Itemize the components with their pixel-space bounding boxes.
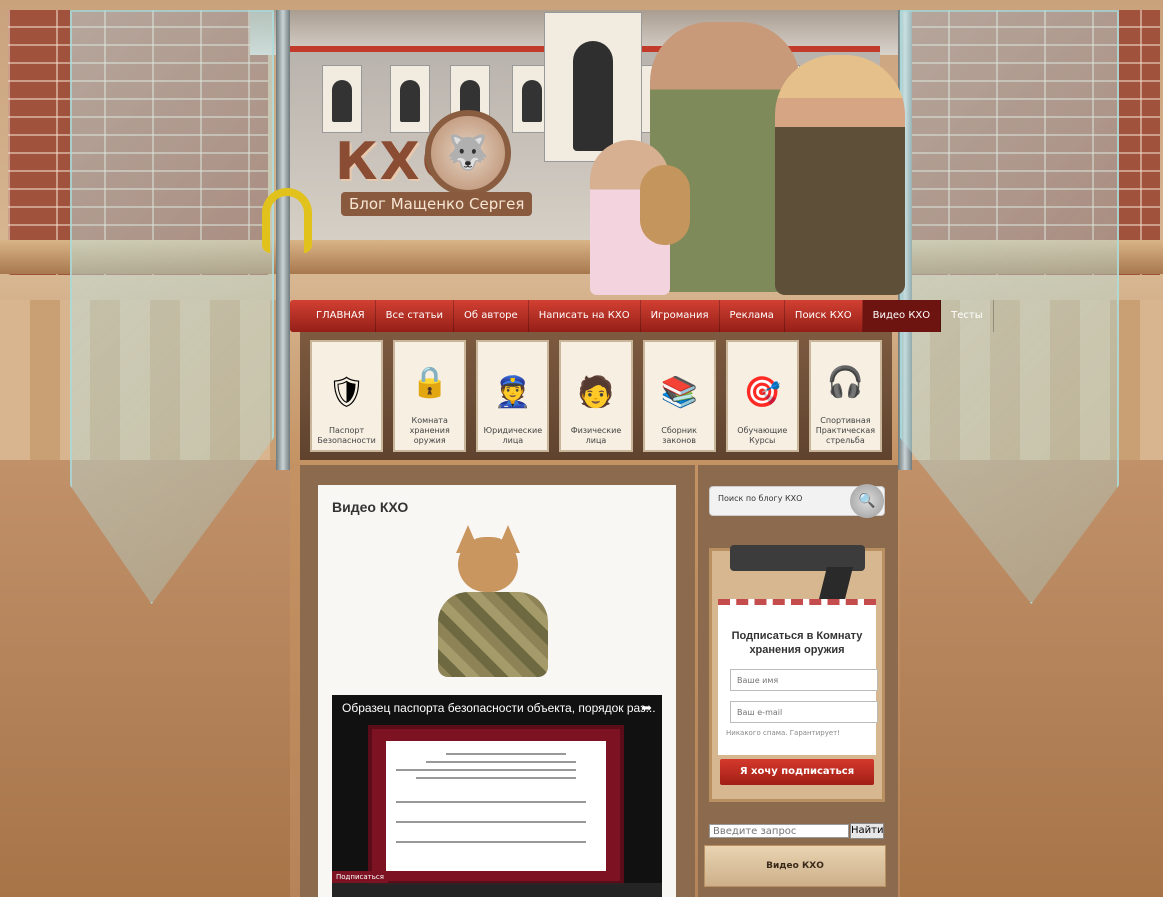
category-security-passport[interactable]: 🛡 Паспорт Безопасности [310,340,384,452]
video-title[interactable]: Образец паспорта безопасности объекта, п… [342,701,656,715]
nav-item-write[interactable]: Написать на КХО [529,300,641,332]
headphones-icon: 🎧 [826,364,865,400]
email-field[interactable] [730,701,878,723]
nav-item-about[interactable]: Об авторе [454,300,529,332]
ear-protection-icon [262,188,312,253]
document-preview [386,741,606,871]
dog-head [458,537,518,592]
nav-item-video[interactable]: Видео КХО [862,300,942,332]
category-label: Паспорт Безопасности [317,426,376,445]
doc-line [416,777,576,779]
main-nav: ГЛАВНАЯ Все статьи Об авторе Написать на… [290,300,994,332]
nav-item-ads[interactable]: Реклама [720,300,785,332]
nav-item-home[interactable]: ГЛАВНАЯ [290,300,376,332]
nav-item-search[interactable]: Поиск КХО [785,300,863,332]
main-content: Видео КХО Образец паспорта безопасности … [318,485,676,897]
nav-item-all-articles[interactable]: Все статьи [376,300,454,332]
video-widget-header: Видео КХО [704,845,886,887]
wolf-emblem-icon: 🐺 [425,110,511,196]
doc-line [396,801,586,803]
guard-icon: 👮 [494,374,532,410]
doc-line [396,841,586,843]
category-label: Юридические лица [483,426,543,445]
name-field[interactable] [730,669,878,691]
teddy-bear [640,165,690,245]
video-control-bar[interactable] [332,883,662,897]
doc-line [396,821,586,823]
video-player[interactable]: Образец паспорта безопасности объекта, п… [332,695,662,897]
nav-item-games[interactable]: Игромания [641,300,720,332]
doc-line [396,769,576,771]
woman-illustration [775,55,905,295]
subscribe-title: Подписаться в Комнату хранения оружия [731,630,863,656]
category-practical-shooting[interactable]: 🎧 Спортивная Практическая стрельба [808,340,882,452]
category-label: Комната хранения оружия [409,416,450,445]
page-title: Видео КХО [332,499,409,515]
category-individuals[interactable]: 🧑 Физические лица [559,340,633,452]
nav-item-tests[interactable]: Тесты [941,300,994,332]
shield-icon: 🛡 [327,374,366,410]
doc-line [446,753,566,755]
doc-line [426,761,576,763]
find-button[interactable]: Найти [850,823,884,839]
dog-body [438,592,548,677]
category-legal-entities[interactable]: 👮 Юридические лица [476,340,550,452]
category-label: Сборник законов [661,426,698,445]
person-icon: 🧑 [577,374,615,410]
query-input[interactable] [709,824,849,838]
search-icon[interactable]: 🔍 [850,484,884,518]
subscribe-envelope: Подписаться в Комнату хранения оружия Ни… [718,599,878,755]
video-thumbnail [368,725,624,885]
padlock-icon: 🔒 [411,364,449,400]
pistol-image [730,531,870,607]
chihuahua-image [428,525,558,687]
blog-search: 🔍 [709,484,885,518]
category-label: Спортивная Практическая стрельба [815,416,876,445]
site-logo[interactable]: КХО 🐺 Блог Мащенко Сергея [335,110,533,220]
category-law-collection[interactable]: 📚 Сборник законов [642,340,716,452]
category-courses[interactable]: 🎯 Обучающие Курсы [725,340,799,452]
subscribe-button[interactable]: Я хочу подписаться [720,759,874,785]
books-icon: 📚 [660,374,698,410]
share-icon[interactable]: ➦ [641,701,652,716]
logo-subtitle: Блог Мащенко Сергея [341,192,533,216]
video-subscribe-tag[interactable]: Подписаться [332,871,388,883]
target-icon: 🎯 [743,374,781,410]
nospam-note: Никакого спама. Гарантирует! [726,729,841,737]
blog-search-input[interactable] [716,493,850,504]
category-label: Физические лица [570,426,622,445]
category-weapon-room[interactable]: 🔒 Комната хранения оружия [393,340,467,452]
subscribe-widget: Подписаться в Комнату хранения оружия Ни… [709,545,885,802]
category-label: Обучающие Курсы [737,426,788,445]
category-bar: 🛡 Паспорт Безопасности 🔒 Комната хранени… [300,332,892,460]
